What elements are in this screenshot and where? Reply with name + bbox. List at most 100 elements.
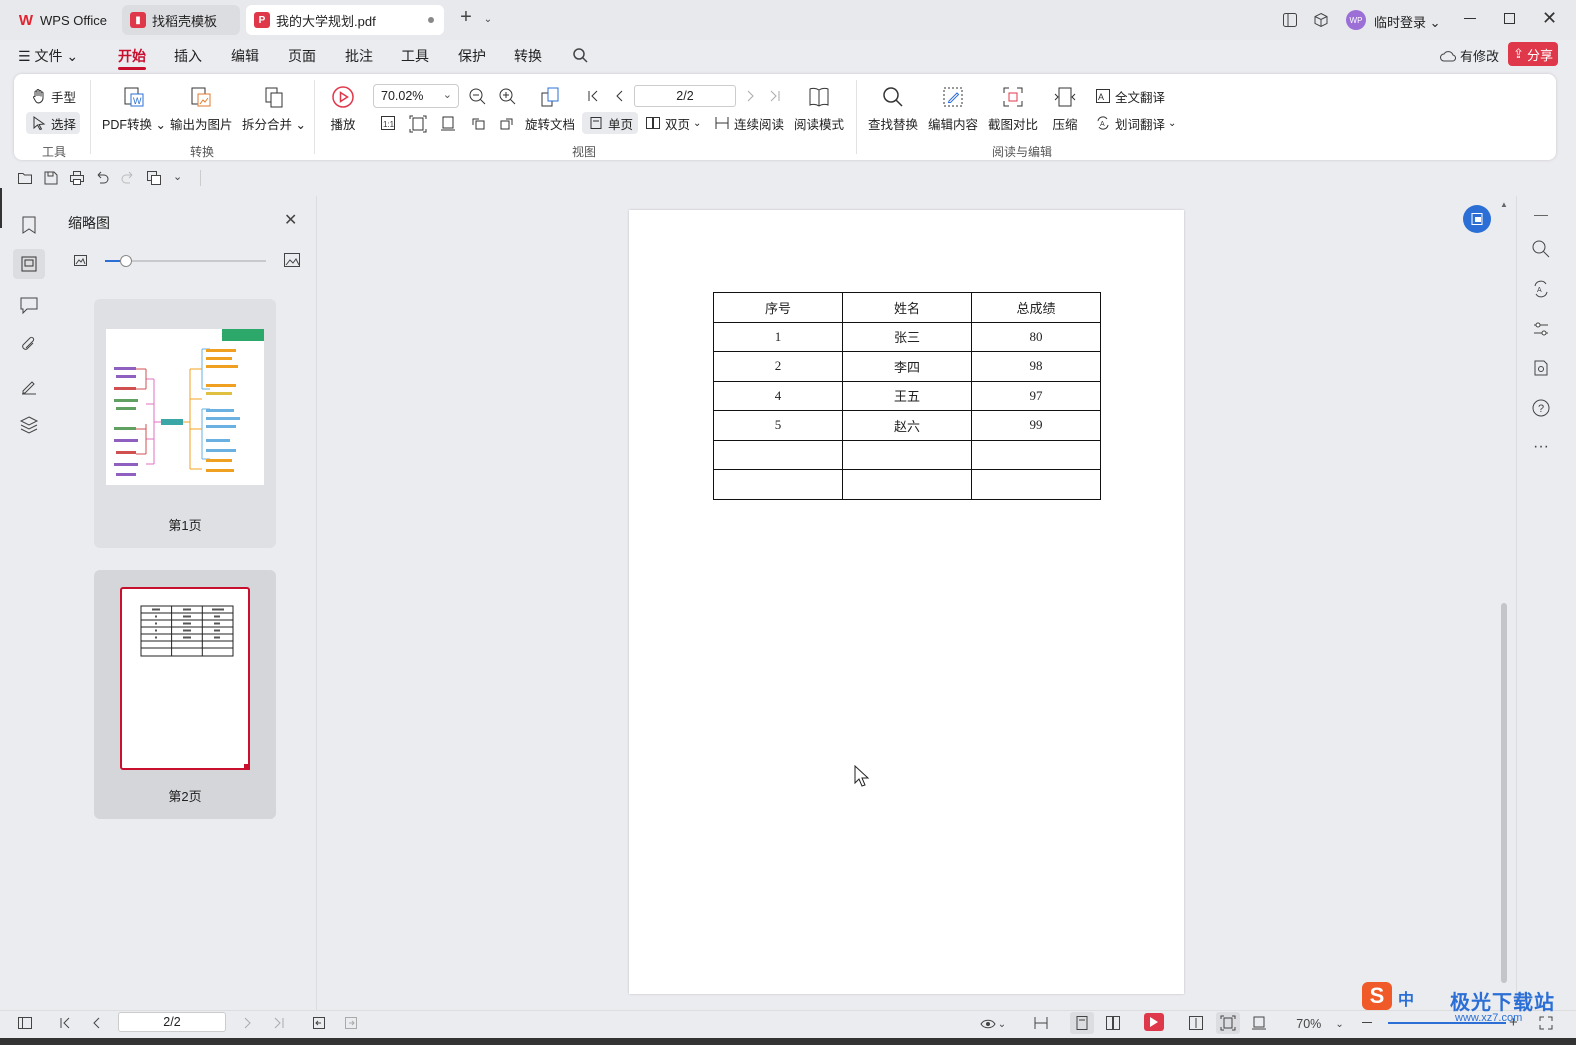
save-icon[interactable]: [43, 170, 59, 186]
table-cell[interactable]: 4: [713, 380, 843, 411]
tab-wps-office[interactable]: W WPS Office: [10, 5, 118, 35]
chevron-down-icon[interactable]: ⌄: [173, 170, 189, 186]
settings-sliders-icon[interactable]: [1531, 319, 1551, 339]
single-page-button[interactable]: 单页: [582, 112, 639, 134]
undo-icon[interactable]: [94, 170, 110, 186]
reading-mode-button[interactable]: 阅读模式: [794, 84, 844, 133]
minimize-icon[interactable]: [1464, 18, 1476, 19]
new-tab-icon[interactable]: +: [458, 7, 474, 27]
menu-page[interactable]: 页面: [288, 46, 316, 66]
share-button[interactable]: ⇪ 分享: [1508, 42, 1558, 66]
open-folder-icon[interactable]: [17, 170, 33, 186]
fit-width-icon[interactable]: [1251, 1015, 1267, 1031]
edit-content-button[interactable]: 编辑内容: [928, 84, 978, 133]
double-page-button[interactable]: 双页 ⌄: [644, 112, 701, 134]
table-cell[interactable]: 赵六: [842, 410, 972, 441]
search-icon[interactable]: [572, 47, 588, 63]
signature-icon[interactable]: [18, 374, 40, 396]
table-cell[interactable]: 李四: [842, 351, 972, 382]
zoom-select[interactable]: 70.02% ⌄: [373, 84, 459, 108]
close-window-icon[interactable]: ✕: [1542, 8, 1557, 29]
table-header-cell[interactable]: 姓名: [842, 292, 972, 323]
rotate-document-button[interactable]: 旋转文档: [525, 84, 575, 133]
zoom-out-icon[interactable]: [1362, 1022, 1372, 1023]
modified-status[interactable]: 有修改: [1440, 46, 1499, 65]
print-icon[interactable]: [69, 170, 85, 186]
file-menu[interactable]: ☰ 文件 ⌄: [18, 46, 78, 66]
menu-annotate[interactable]: 批注: [345, 46, 373, 66]
tab-pdf-document[interactable]: P 我的大学规划.pdf: [246, 5, 444, 35]
single-page-icon[interactable]: [1074, 1015, 1090, 1031]
page-number-input[interactable]: 2/2: [634, 85, 736, 107]
status-page-input[interactable]: 2/2: [118, 1012, 226, 1032]
maximize-icon[interactable]: [1504, 13, 1515, 24]
unsaved-dot-icon[interactable]: [428, 17, 434, 23]
first-page-icon[interactable]: [58, 1016, 72, 1030]
next-page-icon[interactable]: [744, 88, 758, 104]
login-button[interactable]: 临时登录 ⌄: [1374, 12, 1441, 31]
vertical-scrollbar[interactable]: [1501, 603, 1507, 983]
previous-page-icon[interactable]: [612, 88, 626, 104]
translate-icon[interactable]: A: [1531, 279, 1551, 299]
full-translate-button[interactable]: A 全文翻译: [1094, 85, 1165, 107]
cube-icon[interactable]: [1313, 12, 1329, 28]
split-merge-button[interactable]: 拆分合并 ⌄: [242, 84, 306, 133]
small-thumbnail-icon[interactable]: [73, 253, 88, 268]
layers-icon[interactable]: [18, 414, 40, 436]
select-tool-button[interactable]: 选择: [26, 112, 81, 134]
table-cell[interactable]: 80: [971, 321, 1101, 352]
fit-page-icon[interactable]: [409, 115, 427, 133]
actual-size-icon[interactable]: 1:1: [380, 115, 396, 131]
copy-format-icon[interactable]: [146, 170, 162, 186]
score-table[interactable]: 序号 姓名 总成绩 1 张三 80 2 李四 98 4 王五 97 5 赵六 9…: [713, 292, 1101, 500]
redo-icon[interactable]: [120, 170, 136, 186]
word-translate-button[interactable]: A 划词翻译 ⌄: [1094, 112, 1176, 134]
size-slider-handle[interactable]: [120, 255, 132, 267]
layout-icon[interactable]: [1282, 12, 1298, 28]
forward-icon[interactable]: [344, 1016, 358, 1030]
continuous-reading-button[interactable]: 连续阅读: [713, 112, 784, 134]
first-page-icon[interactable]: [586, 88, 600, 104]
table-cell[interactable]: 2: [713, 351, 843, 382]
size-slider[interactable]: [105, 255, 266, 267]
help-icon[interactable]: ?: [1531, 398, 1551, 418]
thumbnail-page-1[interactable]: 第1页: [94, 299, 276, 548]
table-cell[interactable]: 张三: [842, 321, 972, 352]
table-cell[interactable]: [971, 439, 1101, 470]
previous-page-icon[interactable]: [90, 1016, 104, 1030]
double-page-icon[interactable]: [1105, 1015, 1121, 1031]
large-thumbnail-icon[interactable]: [283, 251, 301, 269]
continuous-icon[interactable]: [1033, 1015, 1049, 1031]
table-cell[interactable]: [842, 469, 972, 500]
menu-home[interactable]: 开始: [118, 46, 146, 66]
menu-tools[interactable]: 工具: [401, 46, 429, 66]
table-cell[interactable]: 王五: [842, 380, 972, 411]
menu-protect[interactable]: 保护: [458, 46, 486, 66]
hand-tool-button[interactable]: 手型: [30, 85, 76, 107]
table-cell[interactable]: [842, 439, 972, 470]
table-cell[interactable]: [713, 469, 843, 500]
chevron-down-icon[interactable]: ⌄: [480, 12, 496, 28]
menu-edit[interactable]: 编辑: [231, 46, 259, 66]
menu-convert[interactable]: 转换: [514, 46, 542, 66]
collapse-icon[interactable]: [1534, 215, 1548, 216]
sidebar-toggle-icon[interactable]: [17, 1016, 33, 1030]
table-cell[interactable]: 1: [713, 321, 843, 352]
scroll-up-icon[interactable]: ▲: [1500, 200, 1508, 209]
bookmark-icon[interactable]: [18, 214, 40, 236]
export-image-button[interactable]: 输出为图片: [170, 84, 233, 133]
page-tools-icon[interactable]: [1531, 358, 1551, 378]
thumbnail-icon[interactable]: [18, 253, 40, 275]
avatar[interactable]: WP: [1346, 10, 1366, 30]
pdf-page[interactable]: 序号 姓名 总成绩 1 张三 80 2 李四 98 4 王五 97 5 赵六 9…: [629, 210, 1184, 994]
actual-size-icon[interactable]: [1188, 1015, 1204, 1031]
fit-page-icon[interactable]: [1220, 1015, 1236, 1031]
table-header-cell[interactable]: 序号: [713, 292, 843, 323]
rotate-right-icon[interactable]: [499, 115, 515, 131]
zoom-dropdown[interactable]: 70% ⌄: [1290, 1015, 1350, 1033]
next-page-icon[interactable]: [240, 1016, 254, 1030]
comment-icon[interactable]: [18, 294, 40, 316]
close-panel-icon[interactable]: ✕: [284, 210, 297, 230]
fit-width-icon[interactable]: [440, 115, 456, 131]
table-cell[interactable]: 97: [971, 380, 1101, 411]
